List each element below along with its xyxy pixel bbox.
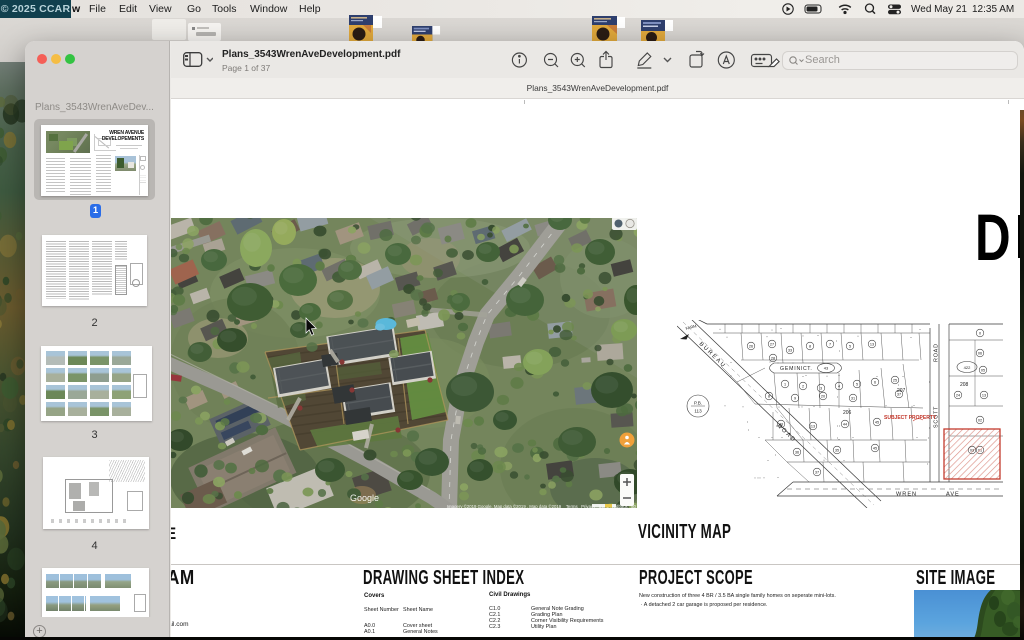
svg-text:GEMINI: GEMINI	[780, 366, 803, 372]
svg-text:37: 37	[815, 471, 819, 475]
svg-text:45: 45	[875, 421, 879, 425]
svg-text:24: 24	[956, 394, 960, 398]
svg-text:206: 206	[843, 410, 852, 416]
svg-text:13: 13	[870, 343, 874, 347]
svg-text:13: 13	[982, 394, 986, 398]
svg-text:26: 26	[749, 345, 753, 349]
svg-text:27: 27	[770, 343, 774, 347]
svg-text:43: 43	[824, 366, 829, 371]
svg-text:25: 25	[893, 379, 897, 383]
svg-text:AVE: AVE	[946, 492, 960, 498]
svg-text:5: 5	[849, 345, 851, 349]
svg-text:3: 3	[820, 387, 822, 391]
svg-text:8: 8	[768, 395, 770, 399]
svg-text:113: 113	[694, 409, 702, 414]
svg-text:31: 31	[851, 397, 855, 401]
svg-text:6: 6	[874, 381, 876, 385]
svg-text:5: 5	[856, 383, 858, 387]
svg-text:20: 20	[821, 395, 825, 399]
svg-text:33: 33	[788, 349, 792, 353]
svg-text:ROAD: ROAD	[776, 423, 797, 444]
svg-text:208: 208	[960, 382, 969, 388]
svg-text:7: 7	[829, 343, 831, 347]
svg-text:CT.: CT.	[803, 366, 812, 372]
svg-text:P.B.: P.B.	[694, 401, 702, 406]
svg-text:WREN: WREN	[896, 492, 917, 498]
svg-text:8: 8	[809, 345, 811, 349]
svg-text:28: 28	[771, 357, 775, 361]
svg-text:2: 2	[802, 385, 804, 389]
svg-text:35: 35	[835, 449, 839, 453]
svg-text:13: 13	[811, 425, 815, 429]
svg-text:Google: Google	[350, 493, 379, 503]
svg-text:44: 44	[843, 423, 847, 427]
svg-text:422: 422	[964, 365, 971, 370]
svg-text:36: 36	[795, 451, 799, 455]
svg-text:SUBJECT PROPERTY: SUBJECT PROPERTY	[884, 415, 937, 421]
svg-text:06: 06	[978, 352, 982, 356]
svg-text:207: 207	[897, 388, 906, 394]
svg-text:05: 05	[981, 369, 985, 373]
svg-text:4: 4	[838, 385, 840, 389]
svg-text:0: 0	[979, 332, 981, 336]
svg-text:45: 45	[873, 447, 877, 451]
svg-text:BUREAU: BUREAU	[698, 341, 727, 370]
svg-text:1: 1	[784, 383, 786, 387]
svg-text:03: 03	[970, 449, 974, 453]
svg-text:ROAD: ROAD	[934, 343, 940, 362]
svg-text:02: 02	[978, 419, 982, 423]
svg-text:9: 9	[794, 397, 796, 401]
